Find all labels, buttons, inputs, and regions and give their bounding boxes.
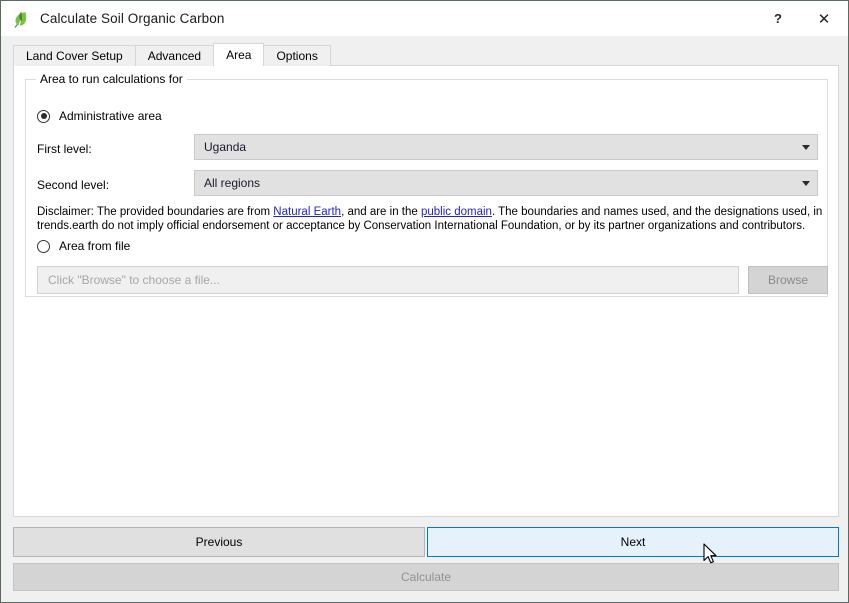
boundaries-disclaimer: Disclaimer: The provided boundaries are …: [37, 205, 827, 233]
disclaimer-part-1: Disclaimer: The provided boundaries are …: [37, 206, 274, 218]
radio-area-from-file-indicator[interactable]: [37, 239, 50, 253]
public-domain-link[interactable]: public domain: [421, 206, 492, 218]
previous-button[interactable]: Previous: [13, 527, 425, 557]
second-level-value: All regions: [204, 176, 261, 190]
chevron-down-icon[interactable]: [795, 181, 817, 186]
radio-administrative-area-label: Administrative area: [59, 109, 162, 123]
help-button[interactable]: ?: [756, 1, 800, 36]
first-level-label: First level:: [37, 142, 92, 156]
calculate-button[interactable]: Calculate: [13, 563, 839, 591]
tab-area[interactable]: Area: [213, 43, 265, 66]
radio-area-from-file[interactable]: Area from file: [37, 239, 130, 253]
file-path-input[interactable]: Click "Browse" to choose a file...: [37, 266, 739, 294]
area-group-box: Area to run calculations for Administrat…: [25, 72, 828, 297]
tab-panel-area: Area to run calculations for Administrat…: [13, 65, 839, 517]
title-bar: Calculate Soil Organic Carbon ? ✕: [1, 1, 848, 36]
tab-options[interactable]: Options: [263, 45, 331, 66]
tab-advanced[interactable]: Advanced: [134, 45, 215, 66]
disclaimer-part-2: , and are in the: [341, 206, 421, 218]
browse-button[interactable]: Browse: [748, 266, 828, 294]
natural-earth-link[interactable]: Natural Earth: [273, 206, 341, 218]
chevron-down-icon[interactable]: [795, 145, 817, 150]
window-title: Calculate Soil Organic Carbon: [40, 11, 225, 26]
tab-bar: Land Cover Setup Advanced Area Options: [13, 43, 331, 66]
wizard-nav-buttons: Previous Next: [13, 527, 839, 557]
tab-land-cover-setup[interactable]: Land Cover Setup: [13, 45, 136, 66]
second-level-label: Second level:: [37, 178, 110, 192]
radio-area-from-file-label: Area from file: [59, 239, 131, 253]
area-group-title: Area to run calculations for: [36, 72, 187, 86]
radio-administrative-area[interactable]: Administrative area: [37, 109, 162, 123]
first-level-combobox[interactable]: Uganda: [194, 134, 818, 160]
close-button[interactable]: ✕: [800, 1, 848, 36]
first-level-value: Uganda: [204, 140, 247, 154]
leaf-icon: [12, 10, 30, 28]
radio-administrative-area-indicator[interactable]: [37, 109, 50, 123]
second-level-combobox[interactable]: All regions: [194, 170, 818, 196]
next-button[interactable]: Next: [427, 527, 839, 557]
